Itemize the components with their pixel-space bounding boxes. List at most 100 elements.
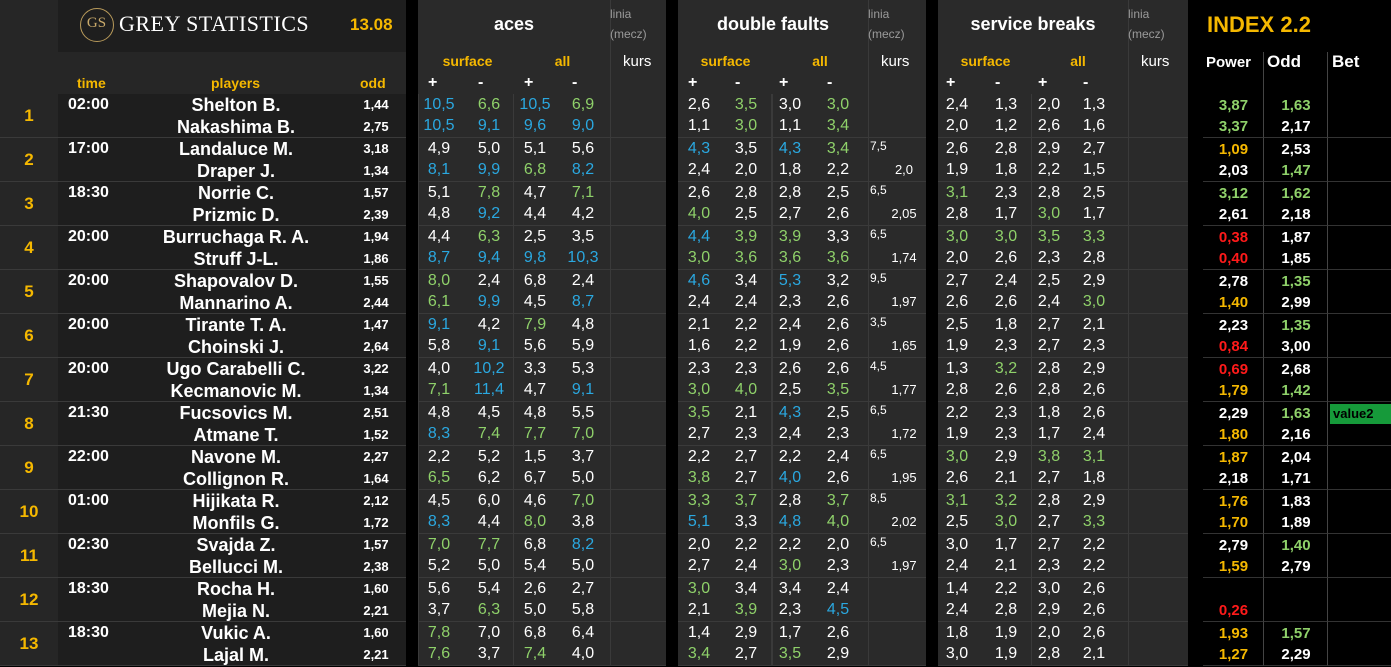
double_faults-value: 2,4: [734, 293, 758, 310]
row-number: 10: [19, 502, 39, 521]
df-linia-value: 4,5: [870, 359, 887, 373]
row-number: 13: [19, 634, 39, 653]
service_breaks-value: 2,3: [994, 337, 1018, 354]
player-2-name: Bellucci M.: [188, 557, 284, 577]
aces-kurs-value-cell: [610, 182, 666, 226]
service_breaks-value: 2,2: [1037, 161, 1061, 178]
player-1-name: Rocha H.: [196, 579, 275, 599]
bet-value: value2: [1333, 406, 1374, 421]
double_faults-value: 3,0: [778, 557, 802, 574]
aces-value: 8,2: [571, 536, 595, 553]
aces-kurs-value-cell: [610, 446, 666, 490]
player-1-odd: 2,51: [363, 405, 389, 420]
service_breaks-value: 1,3: [1082, 96, 1106, 113]
service_breaks-value: 2,5: [1082, 184, 1106, 201]
player-1-odd: 1,60: [363, 625, 389, 640]
aces-value: 4,6: [523, 492, 547, 509]
aces-value: 7,7: [523, 425, 547, 442]
index-odd-value: 2,17: [1281, 118, 1311, 135]
col-divider: [513, 94, 514, 138]
double_faults-value: 3,0: [687, 381, 711, 398]
service_breaks-value: 3,0: [945, 448, 969, 465]
double_faults-value: 2,9: [826, 645, 850, 662]
power-value: 2,18: [1218, 470, 1249, 487]
aces-value: 4,0: [427, 360, 451, 377]
service_breaks-value: 2,2: [1082, 557, 1106, 574]
power-value: 1,76: [1218, 493, 1249, 510]
odd2-header: Odd: [1267, 52, 1301, 71]
player-1-odd: 1,57: [363, 537, 389, 552]
service_breaks-kurs-value-cell: [1128, 446, 1188, 490]
match-row: 8 21:30 Fucsovics M. Atmane T. 2,51 1,52 4,8 4,…: [0, 402, 1391, 446]
aces-value: 7,9: [523, 316, 547, 333]
aces-kurs-value-cell: [610, 138, 666, 182]
player-2-odd: 2,21: [363, 647, 389, 662]
player-1-odd: 2,27: [363, 449, 389, 464]
players-col-header: players: [211, 75, 261, 91]
aces-kurs-value-cell: [610, 226, 666, 270]
player-2-name: Choinski J.: [187, 337, 285, 357]
match-time: 20:00: [68, 228, 109, 245]
player-1-name: Svajda Z.: [196, 535, 276, 555]
player-1-odd: 1,44: [363, 97, 389, 112]
bet-cell: [1328, 534, 1391, 578]
row-number: 2: [24, 150, 34, 169]
double_faults-value: 1,9: [778, 337, 802, 354]
double_faults-value: 3,9: [734, 601, 758, 618]
bet-cell: [1328, 314, 1391, 358]
aces-value: 9,1: [477, 337, 501, 354]
power-value: 0,26: [1218, 602, 1249, 619]
double_faults-value: 2,0: [826, 536, 850, 553]
aces-kurs-value-cell: [610, 270, 666, 314]
power-value: 3,87: [1218, 97, 1249, 114]
service_breaks-kurs-value-cell: [1128, 490, 1188, 534]
service_breaks-value: 1,7: [994, 205, 1018, 222]
service_breaks-kurs-value-cell: [1128, 578, 1188, 622]
double_faults-value: 2,4: [734, 557, 758, 574]
aces-value: 2,6: [523, 580, 547, 597]
power-value: 2,61: [1218, 206, 1249, 223]
service_breaks-value: 2,9: [1037, 601, 1061, 618]
power-value: 0,40: [1218, 250, 1249, 267]
aces-value: 4,2: [571, 205, 595, 222]
aces-value: 9,1: [427, 316, 451, 333]
service_breaks-value: 2,6: [1037, 117, 1061, 134]
aces-value: 5,9: [571, 337, 595, 354]
player-1-name: Navone M.: [190, 447, 282, 467]
service_breaks-value: 2,0: [1037, 96, 1061, 113]
service_breaks-linia-label: linia: [1128, 7, 1150, 21]
aces-value: 6,8: [523, 536, 547, 553]
service_breaks-value: 3,0: [945, 536, 969, 553]
index-odd-value: 1,89: [1281, 514, 1311, 531]
service_breaks-value: 3,2: [994, 492, 1018, 509]
bet-cell: [1328, 622, 1391, 666]
index-odd-value: 2,68: [1281, 361, 1311, 378]
service_breaks-value: 3,0: [1037, 580, 1061, 597]
player-2-odd: 2,39: [363, 207, 389, 222]
odd2-header-cell: Odd: [1264, 52, 1328, 94]
match-time: 17:00: [68, 140, 109, 157]
bet-cell: [1328, 226, 1391, 270]
col-divider: [513, 226, 514, 270]
service_breaks-value: 1,9: [994, 624, 1018, 641]
aces-value: 5,2: [477, 448, 501, 465]
match-time: 20:00: [68, 272, 109, 289]
double_faults-value: 3,0: [734, 117, 758, 134]
aces-value: 3,3: [523, 360, 547, 377]
aces-plus-label: +: [524, 74, 534, 91]
aces-kurs-value-cell: [610, 578, 666, 622]
double_faults-value: 2,4: [778, 316, 802, 333]
power-value: 1,09: [1218, 141, 1249, 158]
aces-value: 7,0: [427, 536, 451, 553]
double_faults-value: 5,1: [687, 513, 711, 530]
header-date: 13.08: [350, 15, 393, 34]
aces-value: 4,8: [523, 404, 547, 421]
double_faults-value: 4,3: [778, 404, 802, 421]
double_faults-value: 2,2: [734, 316, 758, 333]
bet-header: Bet: [1332, 52, 1360, 71]
aces-value: 7,6: [427, 645, 451, 662]
aces-value: 5,6: [571, 140, 595, 157]
service_breaks-value: 1,9: [945, 161, 969, 178]
player-1-odd: 2,12: [363, 493, 389, 508]
player-1-name: Shelton B.: [191, 95, 281, 115]
